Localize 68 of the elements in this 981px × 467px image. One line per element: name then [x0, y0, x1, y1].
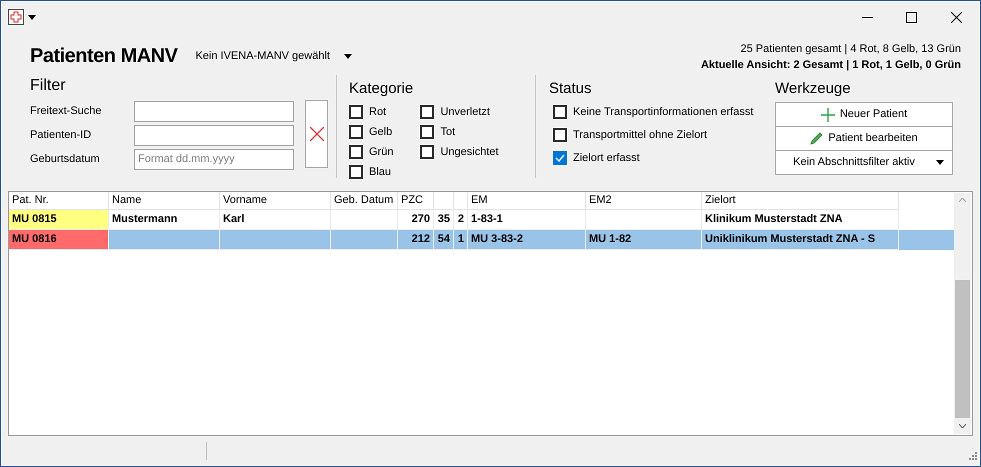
clear-icon — [310, 127, 324, 141]
checkbox[interactable] — [553, 105, 567, 119]
table-cell: 54 — [434, 230, 454, 250]
checkbox-label[interactable]: Grün — [369, 144, 394, 160]
app-cross-icon[interactable] — [8, 9, 24, 25]
checkbox-label[interactable]: Transportmittel ohne Zielort — [573, 126, 708, 144]
caret-icon[interactable] — [28, 14, 36, 20]
patient-summary: 25 Patienten gesamt | 4 Rot, 8 Gelb, 13 Grün — [740, 42, 961, 57]
input-field[interactable] — [134, 124, 294, 146]
input-field[interactable]: Format dd.mm.yyyy — [134, 148, 294, 170]
column-header[interactable]: Geb. Datum — [331, 192, 398, 210]
table-cell: 212 — [398, 230, 434, 250]
page-title: Patienten MANV — [30, 44, 178, 69]
column-header[interactable]: Vorname — [220, 192, 331, 210]
checkbox[interactable] — [420, 145, 434, 159]
field-label: Freitext-Suche — [30, 104, 103, 119]
checkbox[interactable] — [349, 105, 363, 119]
section-title: Filter — [30, 76, 67, 96]
minimize-icon[interactable] — [862, 16, 873, 18]
scrollbar[interactable] — [954, 193, 971, 434]
column-header[interactable]: PZC — [398, 192, 434, 210]
table-cell: MU 0816 — [9, 230, 109, 250]
checkbox-label[interactable]: Unverletzt — [440, 104, 490, 120]
manv-dropdown[interactable]: Kein IVENA-MANV gewählt — [195, 48, 352, 64]
column-header[interactable]: EM2 — [586, 192, 702, 210]
checkbox-label[interactable]: Blau — [369, 164, 392, 180]
close-icon[interactable] — [951, 12, 962, 22]
table-cell: 1 — [454, 230, 468, 250]
checkbox-label[interactable]: Tot — [440, 124, 456, 140]
checkbox[interactable] — [349, 125, 363, 139]
checkbox[interactable] — [420, 125, 434, 139]
column-header[interactable]: Zielort — [702, 192, 899, 210]
checkbox-label[interactable]: Zielort erfasst — [573, 150, 640, 166]
table-cell: MU 0815 — [9, 210, 109, 230]
current-view-summary: Aktuelle Ansicht: 2 Gesamt | 1 Rot, 1 Gelb, 0 Grün — [700, 58, 961, 73]
table-cell: MU 3-83-2 — [468, 230, 586, 250]
checkbox[interactable] — [553, 151, 567, 165]
plus-icon — [820, 108, 835, 122]
clear-filter-button[interactable] — [305, 100, 328, 168]
table-cell: Uniklinikum Musterstadt ZNA - S — [702, 230, 899, 250]
tool-button[interactable]: Patient bearbeiten — [775, 126, 953, 151]
checkbox-label[interactable]: Keine Transportinformationen erfasst — [573, 104, 754, 120]
section-title: Kategorie — [349, 79, 414, 99]
section-title: Werkzeuge — [775, 79, 852, 99]
table-row[interactable]: MU 0816 212 54 1 MU 3-83-2 MU 1-82 Uniklinikum Musterstadt ZNA - S — [9, 230, 954, 250]
checkbox[interactable] — [553, 128, 567, 142]
table-cell: MU 1-82 — [586, 230, 702, 250]
checkbox-label[interactable]: Rot — [369, 104, 386, 120]
checkbox-label[interactable]: Ungesichtet — [440, 144, 499, 160]
section-title: Status — [549, 79, 593, 99]
field-label: Geburtsdatum — [30, 152, 101, 167]
input-field[interactable] — [134, 100, 294, 122]
checkbox[interactable] — [349, 165, 363, 179]
tool-button[interactable]: Neuer Patient — [775, 102, 953, 127]
scroll-thumb[interactable] — [955, 280, 970, 418]
field-label: Patienten-ID — [30, 128, 92, 143]
checkbox-label[interactable]: Gelb — [369, 124, 392, 140]
caret-icon — [344, 54, 352, 59]
scroll-down-icon[interactable] — [959, 424, 966, 428]
caret-icon — [936, 160, 944, 165]
checkbox[interactable] — [349, 145, 363, 159]
checkbox[interactable] — [420, 105, 434, 119]
pencil-icon — [810, 132, 824, 145]
column-header[interactable]: EM — [468, 192, 586, 210]
column-header[interactable]: Name — [109, 192, 220, 210]
resize-grip-icon[interactable] — [969, 452, 977, 460]
filter-dropdown[interactable]: Kein Abschnittsfilter aktiv — [775, 150, 953, 175]
maximize-icon[interactable] — [906, 12, 917, 22]
